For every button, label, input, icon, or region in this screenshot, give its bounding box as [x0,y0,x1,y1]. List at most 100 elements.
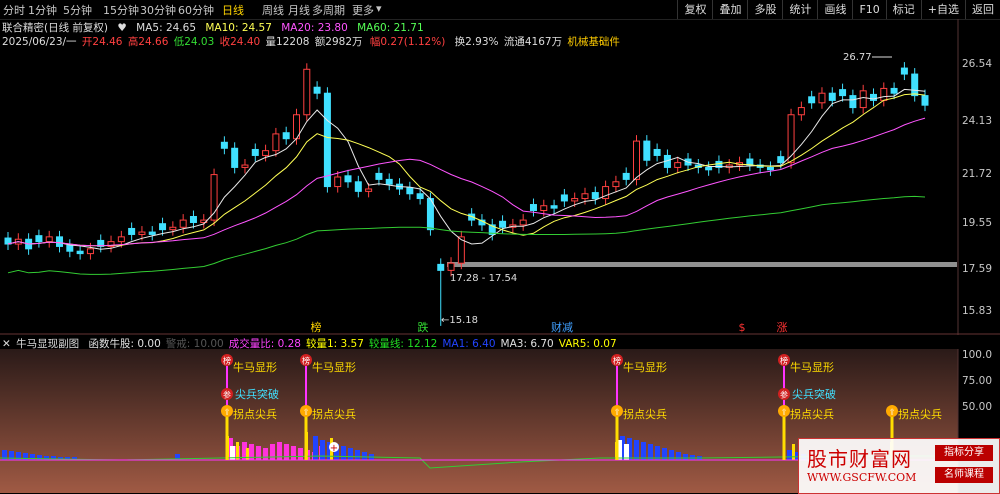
turn-arrow-icon-text: ⇧ [303,408,310,417]
indicator-bar [44,456,49,460]
turn-signal-label: 拐点尖兵 [790,407,834,421]
candle [138,231,146,235]
indicator-tick-label: 100.0 [961,349,992,361]
timeframe-tab[interactable]: 30分钟 [140,2,176,18]
candle [272,133,280,152]
toolbar-button[interactable]: 返回 [965,0,1000,19]
timeframe-tab[interactable]: 更多 [352,2,374,18]
candle [385,178,393,185]
ma5-line [7,88,926,250]
timeframe-tab[interactable]: 5分钟 [63,2,92,18]
breakout-signal-label: 尖兵突破 [235,387,279,401]
candle [746,158,754,166]
candle [808,96,816,104]
candle [148,231,156,235]
turn-signal-label: 拐点尖兵 [312,407,356,421]
toolbar-button[interactable]: +自选 [920,0,965,19]
candle [633,140,641,180]
event-tag: 财减 [551,320,573,334]
candle [66,244,74,252]
toolbar-button[interactable]: 叠加 [712,0,747,19]
toolbar-button[interactable]: 复权 [677,0,712,19]
candle [35,235,43,243]
price-tick-label: 15.83 [961,305,992,317]
indicator-bar [348,448,353,460]
indicator-bar [270,444,275,460]
candle [231,147,239,168]
candle [890,87,898,94]
price-tick-label: 19.55 [961,217,992,229]
candle [128,227,136,235]
indicator-tick-label: 75.00 [961,375,992,387]
indicator-bar [787,450,792,460]
candle [591,192,599,200]
candle [797,107,805,116]
bang-icon-text: 榜 [780,356,788,366]
turn-signal-label: 拐点尖兵 [623,407,667,421]
price-tick-label: 17.59 [961,263,992,275]
candle [323,92,331,188]
toolbar-button[interactable]: 统计 [782,0,817,19]
candle [159,223,167,231]
bang-icon-text: 榜 [223,356,231,366]
candle [859,90,867,109]
timeframe-tab[interactable]: 多周期 [312,2,345,18]
candle [653,148,661,156]
timeframe-tab[interactable]: 15分钟 [103,2,139,18]
ma20-line [7,117,926,247]
bull-signal-label: 牛马显形 [233,360,277,374]
timeframe-tab[interactable]: 周线 [262,2,284,18]
candle [550,205,558,209]
more-dropdown-icon[interactable]: ▾ [376,2,382,15]
price-axis: 26.54 24.13 21.72 19.55 17.59 15.83 [958,19,1000,335]
candle [622,172,630,180]
candle [921,95,929,106]
low-price-label: ←15.18 [441,315,478,326]
candle [334,176,342,188]
candle [76,250,84,255]
bull-signal-label: 牛马显形 [623,360,667,374]
timeframe-tab[interactable]: 分时 [3,2,25,18]
candle [519,219,527,226]
candle [674,162,682,168]
turn-signal-label: 拐点尖兵 [233,407,277,421]
toolbar-button[interactable]: F10 [852,0,885,19]
price-band [447,262,957,267]
candle [375,172,383,180]
indicator-bar [634,440,639,460]
timeframe-tab[interactable]: 月线 [288,2,310,18]
candle [911,73,919,97]
toolbar-button[interactable]: 标记 [885,0,921,19]
indicator-bar [320,440,325,460]
timeframe-tab[interactable]: 日线 [222,2,244,18]
price-tick-label: 24.13 [961,115,992,127]
candle [45,236,53,243]
candle [251,148,259,156]
candle [179,219,187,228]
turn-arrow-icon-text: ⇧ [781,408,788,417]
bull-signal-label: 牛马显形 [312,360,356,374]
turn-signal-label: 拐点尖兵 [898,407,942,421]
indicator-bar-yellow [246,448,249,460]
candle [303,68,311,116]
indicator-bar [256,446,261,460]
price-tick-label: 21.72 [961,168,992,180]
indicator-bar [676,452,681,460]
indicator-bar [37,455,42,460]
toolbar-button[interactable]: 画线 [817,0,852,19]
can-icon-text: 参 [223,390,231,400]
candle [828,92,836,101]
timeframe-tab[interactable]: 1分钟 [28,2,57,18]
turn-arrow-icon-text: ⇧ [614,408,621,417]
indicator-bar [341,446,346,460]
price-chart[interactable]: 26.77 17.28 - 17.54 ←15.18 榜 跌 财减 $ 涨 [0,19,1000,335]
range-label: 17.28 - 17.54 [450,273,517,284]
candle [705,166,713,171]
event-tag: 榜 [311,320,322,334]
candle [354,181,362,192]
candle [766,166,774,171]
timeframe-tab[interactable]: 60分钟 [178,2,214,18]
toolbar-button[interactable]: 多股 [747,0,782,19]
candle [849,95,857,109]
indicator-bar [263,448,268,460]
